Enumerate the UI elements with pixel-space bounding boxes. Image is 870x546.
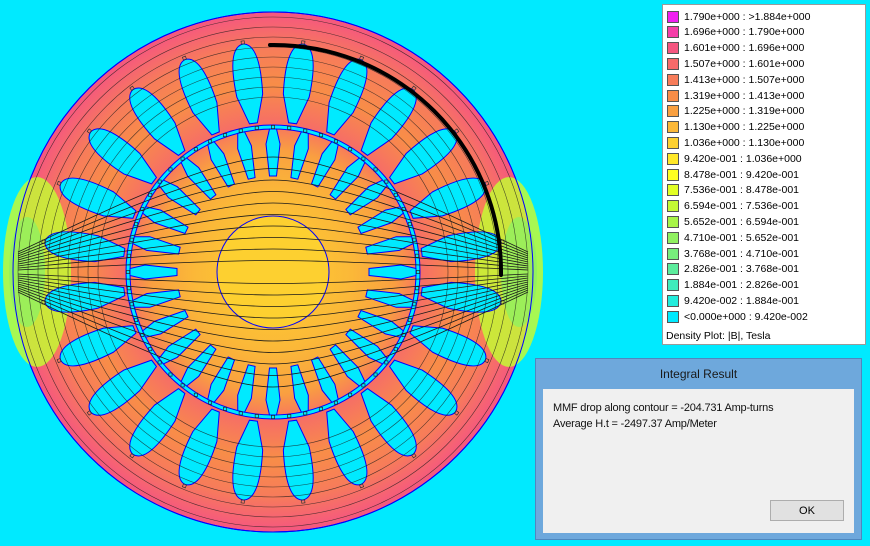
- legend-row: 1.225e+000 : 1.319e+000: [667, 104, 804, 119]
- legend-swatch: [667, 310, 679, 323]
- legend-swatch: [667, 263, 679, 276]
- legend-label: 2.826e-001 : 3.768e-001: [684, 263, 800, 276]
- legend-row: 1.413e+000 : 1.507e+000: [667, 72, 804, 87]
- legend-swatch: [667, 105, 679, 118]
- dialog-title: Integral Result: [659, 367, 738, 381]
- legend-row: 1.790e+000 : >1.884e+000: [667, 9, 810, 24]
- legend-swatch: [667, 136, 679, 149]
- legend-swatch: [667, 57, 679, 70]
- legend-swatch: [667, 247, 679, 260]
- legend-swatch: [667, 168, 679, 181]
- legend-row: 1.507e+000 : 1.601e+000: [667, 56, 804, 71]
- legend-label: 1.130e+000 : 1.225e+000: [684, 121, 805, 134]
- legend-row: 1.036e+000 : 1.130e+000: [667, 135, 804, 150]
- legend-label: <0.000e+000 : 9.420e-002: [684, 310, 808, 323]
- legend-swatch: [667, 152, 679, 165]
- legend-swatch: [667, 121, 679, 134]
- legend-label: 1.319e+000 : 1.413e+000: [684, 89, 805, 102]
- legend-swatch: [667, 42, 679, 55]
- average-ht-text: Average H.t = -2497.37 Amp/Meter: [553, 418, 717, 430]
- legend-label: 1.601e+000 : 1.696e+000: [684, 42, 805, 55]
- legend-swatch: [667, 200, 679, 213]
- legend-row: 7.536e-001 : 8.478e-001: [667, 183, 799, 198]
- legend-swatch: [667, 184, 679, 197]
- legend-label: 5.652e-001 : 6.594e-001: [684, 215, 800, 228]
- legend-swatch: [667, 294, 679, 307]
- legend-row: 1.130e+000 : 1.225e+000: [667, 120, 804, 135]
- legend-caption: Density Plot: |B|, Tesla: [666, 330, 771, 342]
- legend-row: 2.826e-001 : 3.768e-001: [667, 262, 799, 277]
- integral-result-dialog[interactable]: Integral Result MMF drop along contour =…: [535, 358, 862, 540]
- legend-row: 1.319e+000 : 1.413e+000: [667, 88, 804, 103]
- dialog-body: MMF drop along contour = -204.731 Amp-tu…: [543, 389, 854, 533]
- legend-row: 5.652e-001 : 6.594e-001: [667, 214, 799, 229]
- legend-label: 1.790e+000 : >1.884e+000: [684, 10, 811, 23]
- legend-swatch: [667, 215, 679, 228]
- legend-row: 4.710e-001 : 5.652e-001: [667, 230, 799, 245]
- legend-label: 1.413e+000 : 1.507e+000: [684, 73, 805, 86]
- legend-row: 1.601e+000 : 1.696e+000: [667, 41, 804, 56]
- legend-row: 6.594e-001 : 7.536e-001: [667, 199, 799, 214]
- machine-cross-section: [3, 11, 543, 533]
- legend-label: 1.507e+000 : 1.601e+000: [684, 57, 805, 70]
- rotor-inner-region: [216, 215, 330, 329]
- legend-swatch: [667, 89, 679, 102]
- legend-swatch: [667, 231, 679, 244]
- legend-row: 1.696e+000 : 1.790e+000: [667, 25, 804, 40]
- legend-swatch: [667, 73, 679, 86]
- legend-label: 6.594e-001 : 7.536e-001: [684, 200, 800, 213]
- legend-label: 1.036e+000 : 1.130e+000: [684, 136, 805, 149]
- ok-button[interactable]: OK: [770, 500, 844, 521]
- legend-label: 1.225e+000 : 1.319e+000: [684, 105, 805, 118]
- legend-swatch: [667, 26, 679, 39]
- mmf-drop-text: MMF drop along contour = -204.731 Amp-tu…: [553, 402, 774, 414]
- legend-row: 8.478e-001 : 9.420e-001: [667, 167, 799, 182]
- legend-label: 4.710e-001 : 5.652e-001: [684, 231, 800, 244]
- density-legend: 1.790e+000 : >1.884e+000 1.696e+000 : 1.7…: [662, 4, 866, 345]
- legend-row: 1.884e-001 : 2.826e-001: [667, 278, 799, 293]
- legend-swatch: [667, 10, 679, 23]
- legend-label: 7.536e-001 : 8.478e-001: [684, 184, 800, 197]
- legend-label: 1.884e-001 : 2.826e-001: [684, 279, 800, 292]
- legend-label: 9.420e-002 : 1.884e-001: [684, 294, 800, 307]
- legend-label: 8.478e-001 : 9.420e-001: [684, 168, 800, 181]
- legend-row: 9.420e-001 : 1.036e+000: [667, 151, 802, 166]
- legend-row: 9.420e-002 : 1.884e-001: [667, 293, 799, 308]
- legend-row: 3.768e-001 : 4.710e-001: [667, 246, 799, 261]
- legend-label: 9.420e-001 : 1.036e+000: [684, 152, 802, 165]
- legend-label: 1.696e+000 : 1.790e+000: [684, 26, 805, 39]
- legend-row: <0.000e+000 : 9.420e-002: [667, 309, 808, 324]
- legend-label: 3.768e-001 : 4.710e-001: [684, 247, 800, 260]
- legend-swatch: [667, 279, 679, 292]
